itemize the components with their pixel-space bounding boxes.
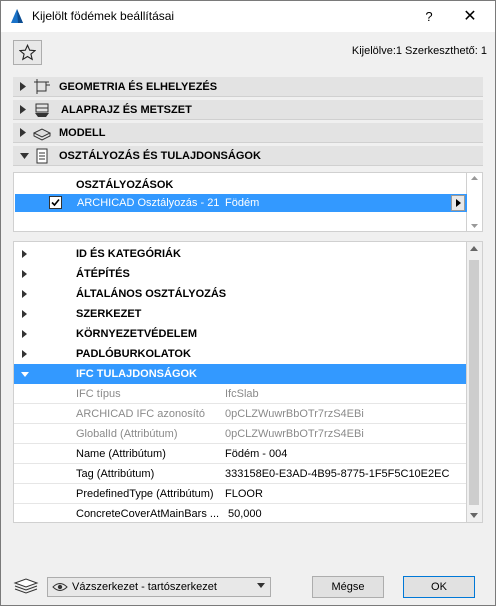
property-value[interactable]: 333158E0-E3AD-4B95-8775-1F5F5C10E2EC	[225, 468, 449, 480]
property-name: IFC típus	[76, 388, 121, 400]
property-name: ConcreteCoverAtMainBars ...	[76, 508, 220, 520]
floorplan-section-icon	[35, 103, 49, 117]
group-label: KÖRNYEZETVÉDELEM	[76, 328, 198, 340]
property-value[interactable]: 50,000	[228, 508, 262, 520]
group-label: ID ÉS KATEGÓRIÁK	[76, 248, 181, 260]
chevron-right-icon	[22, 270, 27, 278]
classification-icon	[36, 148, 48, 164]
chevron-right-icon	[22, 310, 27, 318]
group-label: PADLÓBURKOLATOK	[76, 348, 191, 360]
eye-icon	[52, 583, 68, 591]
panel-model[interactable]: MODELL	[13, 123, 483, 143]
property-value: 0pCLZWuwrBbOTr7rzS4EBi	[225, 428, 364, 440]
scroll-up-icon	[471, 176, 478, 180]
classification-system: ARCHICAD Osztályozás - 21	[77, 197, 220, 209]
geometry-icon	[34, 79, 50, 94]
title-bar: Kijelölt födémek beállításai ? ✕	[1, 1, 495, 32]
classification-checkbox[interactable]	[49, 196, 62, 209]
group-general-classification[interactable]: ÁLTALÁNOS OSZTÁLYOZÁS	[14, 284, 466, 304]
favorites-button[interactable]	[13, 40, 42, 65]
ok-button[interactable]: OK	[403, 576, 475, 598]
chevron-right-icon	[20, 128, 26, 137]
classification-row[interactable]: ARCHICAD Osztályozás - 21 Födém	[15, 194, 467, 212]
group-id-categories[interactable]: ID ÉS KATEGÓRIÁK	[14, 244, 466, 264]
group-structure[interactable]: SZERKEZET	[14, 304, 466, 324]
layer-stack-icon	[13, 578, 39, 594]
property-row: GlobalId (Attribútum) 0pCLZWuwrBbOTr7rzS…	[14, 424, 466, 444]
group-renovation[interactable]: ÁTÉPÍTÉS	[14, 264, 466, 284]
group-label: SZERKEZET	[76, 308, 142, 320]
property-value: 0pCLZWuwrBbOTr7rzS4EBi	[225, 408, 364, 420]
property-value[interactable]: Födém - 004	[225, 448, 287, 460]
scroll-up-icon[interactable]	[470, 246, 478, 251]
scrollbar-thumb[interactable]	[469, 260, 479, 505]
chevron-down-icon	[20, 153, 29, 159]
group-label: ÁLTALÁNOS OSZTÁLYOZÁS	[76, 288, 227, 300]
panel-label: GEOMETRIA ÉS ELHELYEZÉS	[59, 81, 218, 93]
chevron-right-icon	[455, 199, 461, 207]
property-row: IFC típus IfcSlab	[14, 384, 466, 404]
chevron-right-icon	[20, 82, 26, 91]
property-row[interactable]: Tag (Attribútum) 333158E0-E3AD-4B95-8775…	[14, 464, 466, 484]
window-title: Kijelölt födémek beállításai	[32, 9, 175, 23]
property-row[interactable]: Name (Attribútum) Födém - 004	[14, 444, 466, 464]
scroll-down-icon	[471, 224, 478, 228]
panel-geometry[interactable]: GEOMETRIA ÉS ELHELYEZÉS	[13, 77, 483, 97]
checkmark-icon	[51, 198, 60, 207]
cancel-button[interactable]: Mégse	[312, 576, 384, 598]
layer-name: Vázszerkezet - tartószerkezet	[72, 581, 217, 593]
group-label: ÁTÉPÍTÉS	[76, 268, 130, 280]
close-button[interactable]: ✕	[456, 6, 484, 28]
property-value: IfcSlab	[225, 388, 259, 400]
selection-info: Kijelölve:1 Szerkeszthető: 1	[351, 45, 487, 57]
property-name: Name (Attribútum)	[76, 448, 166, 460]
property-tree-scrollbar[interactable]	[467, 241, 483, 523]
scroll-down-icon[interactable]	[470, 513, 478, 518]
classification-picker-button[interactable]	[451, 195, 465, 211]
group-floor-finishes[interactable]: PADLÓBURKOLATOK	[14, 344, 466, 364]
panel-classification-properties[interactable]: OSZTÁLYOZÁS ÉS TULAJDONSÁGOK	[13, 146, 483, 166]
chevron-down-icon	[21, 372, 29, 377]
group-label: IFC TULAJDONSÁGOK	[76, 368, 197, 380]
classification-list: OSZTÁLYOZÁSOK ARCHICAD Osztályozás - 21 …	[13, 172, 467, 232]
property-row: ARCHICAD IFC azonosító 0pCLZWuwrBbOTr7rz…	[14, 404, 466, 424]
group-environment[interactable]: KÖRNYEZETVÉDELEM	[14, 324, 466, 344]
property-value[interactable]: FLOOR	[225, 488, 263, 500]
layer-select[interactable]: Vázszerkezet - tartószerkezet	[47, 577, 271, 597]
classification-header: OSZTÁLYOZÁSOK	[76, 179, 174, 191]
property-row[interactable]: ConcreteCoverAtMainBars ... 50,000	[14, 504, 466, 522]
classification-value: Födém	[225, 197, 260, 209]
panel-floorplan-section[interactable]: ALAPRAJZ ÉS METSZET	[13, 100, 483, 120]
help-button[interactable]: ?	[415, 6, 443, 28]
chevron-right-icon	[22, 250, 27, 258]
chevron-right-icon	[22, 290, 27, 298]
star-icon	[19, 44, 36, 61]
chevron-right-icon	[22, 350, 27, 358]
panel-label: OSZTÁLYOZÁS ÉS TULAJDONSÁGOK	[59, 150, 261, 162]
model-icon	[33, 128, 51, 141]
property-tree: ID ÉS KATEGÓRIÁK ÁTÉPÍTÉS ÁLTALÁNOS OSZT…	[13, 241, 467, 523]
property-name: ARCHICAD IFC azonosító	[76, 408, 205, 420]
chevron-right-icon	[22, 330, 27, 338]
panel-label: ALAPRAJZ ÉS METSZET	[61, 104, 192, 116]
property-name: Tag (Attribútum)	[76, 468, 155, 480]
property-name: PredefinedType (Attribútum)	[76, 488, 214, 500]
group-ifc-properties[interactable]: IFC TULAJDONSÁGOK	[14, 364, 466, 384]
chevron-down-icon	[257, 583, 265, 588]
panel-label: MODELL	[59, 127, 106, 139]
property-name: GlobalId (Attribútum)	[76, 428, 178, 440]
chevron-right-icon	[20, 105, 26, 114]
dialog-window: Kijelölt födémek beállításai ? ✕ Kijelöl…	[0, 0, 496, 606]
archicad-app-icon	[11, 9, 23, 23]
classification-scrollbar[interactable]	[467, 172, 483, 232]
property-row[interactable]: PredefinedType (Attribútum) FLOOR	[14, 484, 466, 504]
